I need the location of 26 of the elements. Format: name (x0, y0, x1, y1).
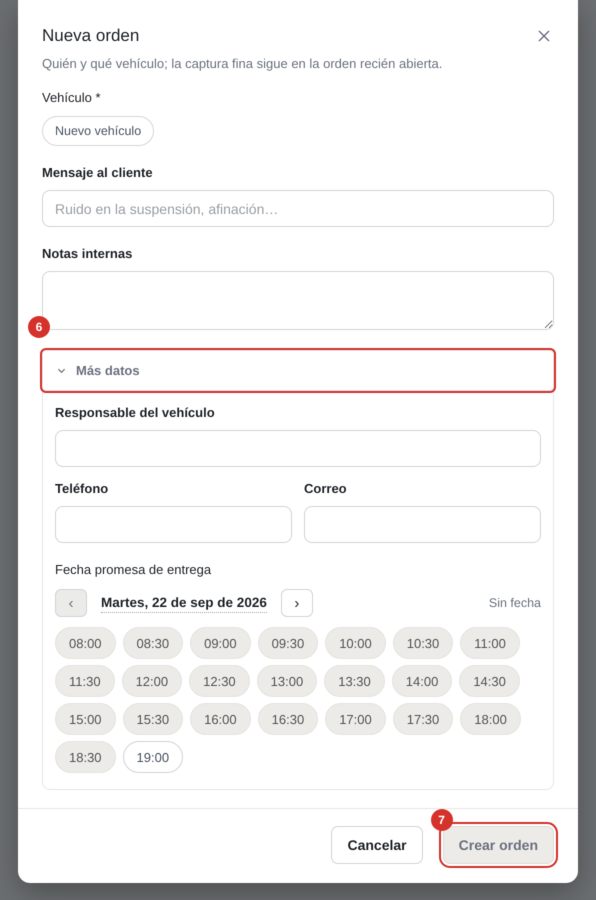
field-label: Correo (304, 480, 348, 498)
no-date-button[interactable]: Sin fecha (488, 596, 541, 610)
owner-field[interactable] (55, 430, 541, 467)
cancel-button[interactable]: Cancelar (331, 826, 423, 864)
more-data-label: Más datos (76, 363, 140, 378)
time-slot[interactable]: 19:00 (122, 741, 184, 773)
dialog-subtitle: Quién y qué vehículo; la captura fina sigue en la orden recién abierta. (42, 55, 444, 73)
message-field[interactable]: Ruido en la suspensión, afinación… (42, 190, 554, 227)
annotation-badge: 7 (430, 809, 453, 831)
new-vehicle-button[interactable]: Nuevo vehículo (42, 116, 154, 146)
contact-field[interactable] (55, 506, 292, 543)
field-label: Mensaje al cliente (42, 164, 154, 182)
field-label: Responsable del vehículo (55, 404, 216, 422)
field-label: Teléfono (55, 480, 110, 498)
next-day-button[interactable]: › (280, 589, 313, 617)
dialog-title: Nueva orden (42, 25, 140, 47)
notes-field[interactable] (42, 271, 554, 330)
field-label: Vehículo * (42, 89, 102, 107)
more-data-toggle[interactable]: Más datos (42, 350, 554, 391)
contact-field[interactable] (304, 506, 541, 543)
selected-date[interactable]: Martes, 22 de sep de 2026 (101, 594, 267, 612)
close-icon[interactable] (538, 30, 550, 42)
field-label: Fecha promesa de entrega (55, 561, 212, 579)
chevron-icon (57, 366, 66, 375)
field-label: Notas internas (42, 245, 134, 263)
annotation-badge: 6 (28, 316, 50, 338)
